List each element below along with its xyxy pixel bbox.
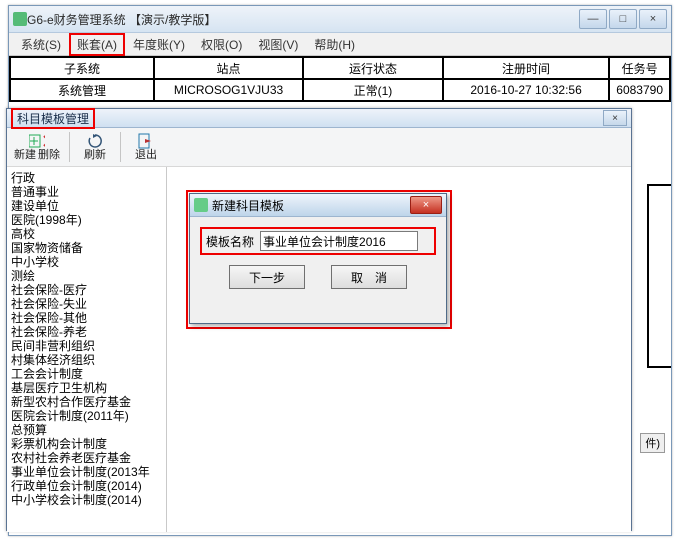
child-title: 科目模板管理 bbox=[11, 108, 95, 129]
menu-permission[interactable]: 权限(O) bbox=[193, 33, 250, 56]
toolbar-separator bbox=[120, 132, 121, 162]
template-name-label: 模板名称 bbox=[206, 233, 254, 250]
tree-item[interactable]: 基层医疗卫生机构 bbox=[11, 381, 166, 395]
tree-item[interactable]: 彩票机构会计制度 bbox=[11, 437, 166, 451]
toolbar-exit-label: 退出 bbox=[135, 149, 157, 161]
dialog-title: 新建科目模板 bbox=[212, 197, 284, 214]
dialog-button-row: 下一步 取 消 bbox=[198, 265, 438, 289]
tree-item[interactable]: 民间非营利组织 bbox=[11, 339, 166, 353]
tree-item[interactable]: 新型农村合作医疗基金 bbox=[11, 395, 166, 409]
background-grid-peek bbox=[647, 184, 671, 368]
cell-subsystem: 系统管理 bbox=[10, 79, 154, 101]
tree-item[interactable]: 国家物资储备 bbox=[11, 241, 166, 255]
menu-system[interactable]: 系统(S) bbox=[13, 33, 69, 56]
th-status: 运行状态 bbox=[303, 57, 443, 79]
tree-item[interactable]: 社会保险-失业 bbox=[11, 297, 166, 311]
tree-item[interactable]: 社会保险-其他 bbox=[11, 311, 166, 325]
tree-item[interactable]: 测绘 bbox=[11, 269, 166, 283]
cell-regtime: 2016-10-27 10:32:56 bbox=[443, 79, 609, 101]
th-station: 站点 bbox=[154, 57, 303, 79]
toolbar-del-label: 删除 bbox=[38, 149, 60, 161]
tree-item[interactable]: 工会会计制度 bbox=[11, 367, 166, 381]
template-tree[interactable]: 行政普通事业建设单位医院(1998年)高校国家物资储备中小学校测绘社会保险-医疗… bbox=[7, 167, 167, 532]
th-taskno: 任务号 bbox=[609, 57, 670, 79]
child-toolbar: 新建 删除 刷新 退出 bbox=[7, 128, 631, 167]
next-button[interactable]: 下一步 bbox=[229, 265, 305, 289]
tree-item[interactable]: 农村社会养老医疗基金 bbox=[11, 451, 166, 465]
table-row[interactable]: 系统管理 MICROSOG1VJU33 正常(1) 2016-10-27 10:… bbox=[10, 79, 670, 101]
child-titlebar[interactable]: 科目模板管理 × bbox=[7, 109, 631, 128]
tree-item[interactable]: 总预算 bbox=[11, 423, 166, 437]
close-button[interactable]: × bbox=[639, 9, 667, 29]
tree-item[interactable]: 建设单位 bbox=[11, 199, 166, 213]
dialog-body: 模板名称 下一步 取 消 bbox=[190, 217, 446, 297]
cell-taskno: 6083790 bbox=[609, 79, 670, 101]
template-name-row: 模板名称 bbox=[200, 227, 436, 255]
app-icon bbox=[13, 12, 27, 26]
tree-item[interactable]: 社会保险-养老 bbox=[11, 325, 166, 339]
tree-item[interactable]: 行政 bbox=[11, 171, 166, 185]
cancel-button[interactable]: 取 消 bbox=[331, 265, 407, 289]
tree-item[interactable]: 医院会计制度(2011年) bbox=[11, 409, 166, 423]
main-titlebar[interactable]: G6-e财务管理系统 【演示/教学版】 — □ × bbox=[9, 6, 671, 33]
menubar: 系统(S) 账套(A) 年度账(Y) 权限(O) 视图(V) 帮助(H) bbox=[9, 33, 671, 56]
template-name-input[interactable] bbox=[260, 231, 418, 251]
tree-item[interactable]: 事业单位会计制度(2013年 bbox=[11, 465, 166, 479]
toolbar-new-label: 新建 bbox=[14, 149, 36, 161]
toolbar-new-delete[interactable]: 新建 删除 bbox=[13, 133, 61, 161]
minimize-button[interactable]: — bbox=[579, 9, 607, 29]
window-controls: — □ × bbox=[579, 9, 667, 29]
child-close-button[interactable]: × bbox=[603, 110, 627, 126]
maximize-button[interactable]: □ bbox=[609, 9, 637, 29]
toolbar-separator bbox=[69, 132, 70, 162]
toolbar-refresh-label: 刷新 bbox=[84, 149, 106, 161]
refresh-icon bbox=[87, 133, 103, 149]
dialog-titlebar[interactable]: 新建科目模板 × bbox=[190, 194, 446, 217]
menu-view[interactable]: 视图(V) bbox=[250, 33, 306, 56]
toolbar-exit[interactable]: 退出 bbox=[129, 133, 163, 161]
statusbar-peek: 件) bbox=[640, 433, 665, 453]
main-title: G6-e财务管理系统 【演示/教学版】 bbox=[27, 11, 216, 28]
exit-icon bbox=[138, 133, 154, 149]
tree-item[interactable]: 行政单位会计制度(2014) bbox=[11, 479, 166, 493]
cell-station: MICROSOG1VJU33 bbox=[154, 79, 303, 101]
tree-item[interactable]: 村集体经济组织 bbox=[11, 353, 166, 367]
tree-item[interactable]: 社会保险-医疗 bbox=[11, 283, 166, 297]
dialog-icon bbox=[194, 198, 208, 212]
menu-account[interactable]: 账套(A) bbox=[69, 33, 125, 56]
cell-status: 正常(1) bbox=[303, 79, 443, 101]
dialog-close-button[interactable]: × bbox=[410, 196, 442, 214]
menu-year[interactable]: 年度账(Y) bbox=[125, 33, 193, 56]
th-regtime: 注册时间 bbox=[443, 57, 609, 79]
tree-item[interactable]: 普通事业 bbox=[11, 185, 166, 199]
tree-item[interactable]: 医院(1998年) bbox=[11, 213, 166, 227]
tree-item[interactable]: 中小学校 bbox=[11, 255, 166, 269]
tree-item[interactable]: 中小学校会计制度(2014) bbox=[11, 493, 166, 507]
new-template-dialog: 新建科目模板 × 模板名称 下一步 取 消 bbox=[189, 193, 447, 324]
tree-item[interactable]: 高校 bbox=[11, 227, 166, 241]
session-table: 子系统 站点 运行状态 注册时间 任务号 系统管理 MICROSOG1VJU33… bbox=[9, 56, 671, 102]
toolbar-refresh[interactable]: 刷新 bbox=[78, 133, 112, 161]
table-header-row: 子系统 站点 运行状态 注册时间 任务号 bbox=[10, 57, 670, 79]
new-delete-icon bbox=[29, 133, 45, 149]
th-subsystem: 子系统 bbox=[10, 57, 154, 79]
menu-help[interactable]: 帮助(H) bbox=[306, 33, 363, 56]
